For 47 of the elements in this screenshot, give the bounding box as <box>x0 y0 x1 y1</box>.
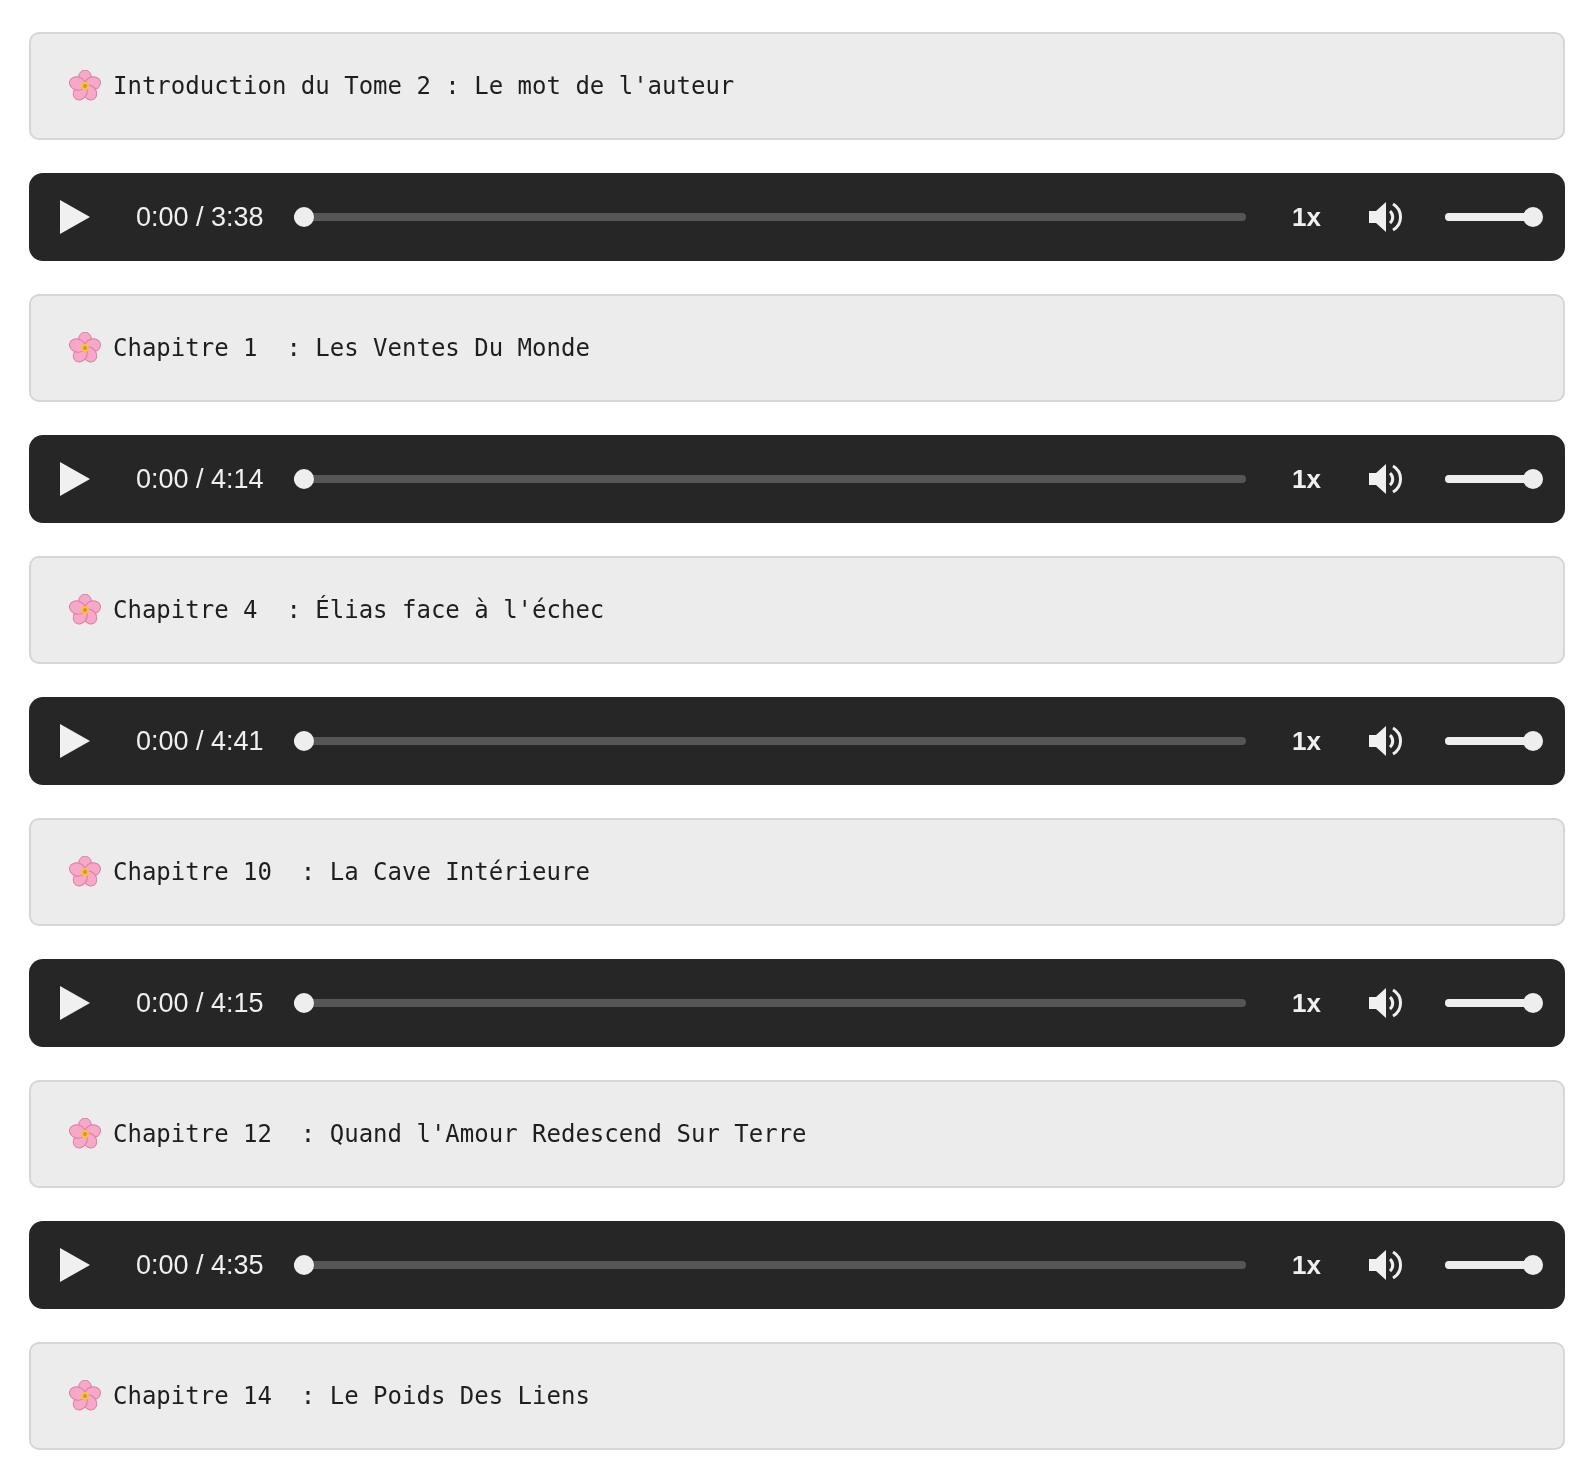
time-display: 0:00 / 4:41 <box>136 725 264 757</box>
volume-slider[interactable] <box>1445 993 1543 1013</box>
volume-slider[interactable] <box>1445 1255 1543 1275</box>
progress-thumb[interactable] <box>293 207 314 227</box>
volume-thumb[interactable] <box>1523 1255 1543 1275</box>
progress-slider[interactable] <box>293 731 1247 751</box>
flower-icon <box>69 594 101 626</box>
progress-slider[interactable] <box>293 1255 1247 1275</box>
speed-button[interactable]: 1x <box>1292 725 1321 757</box>
progress-slider[interactable] <box>293 993 1247 1013</box>
play-icon[interactable] <box>59 461 91 497</box>
flower-icon <box>69 856 101 888</box>
chapter-title: Chapitre 10 : La Cave Intérieure <box>113 858 590 886</box>
flower-icon <box>69 1380 101 1412</box>
chapter-title: Introduction du Tome 2 : Le mot de l'auteur <box>113 72 735 100</box>
progress-slider[interactable] <box>293 207 1247 227</box>
progress-slider[interactable] <box>293 469 1247 489</box>
progress-thumb[interactable] <box>293 993 314 1013</box>
flower-icon <box>69 1118 101 1150</box>
progress-thumb[interactable] <box>293 731 314 751</box>
time-display: 0:00 / 4:15 <box>136 987 264 1019</box>
chapter-title: Chapitre 1 : Les Ventes Du Monde <box>113 334 590 362</box>
speed-button[interactable]: 1x <box>1292 463 1321 495</box>
flower-icon <box>69 332 101 364</box>
flower-icon <box>69 70 101 102</box>
chapter-title: Chapitre 12 : Quand l'Amour Redescend Sur Terre <box>113 1120 807 1148</box>
progress-thumb[interactable] <box>293 469 314 489</box>
volume-thumb[interactable] <box>1523 469 1543 489</box>
chapter-title: Chapitre 4 : Élias face à l'échec <box>113 596 605 624</box>
play-icon[interactable] <box>59 1247 91 1283</box>
volume-slider[interactable] <box>1445 207 1543 227</box>
volume-thumb[interactable] <box>1523 993 1543 1013</box>
speed-button[interactable]: 1x <box>1292 987 1321 1019</box>
speed-button[interactable]: 1x <box>1292 201 1321 233</box>
volume-slider[interactable] <box>1445 469 1543 489</box>
play-icon[interactable] <box>59 985 91 1021</box>
chapter-title: Chapitre 14 : Le Poids Des Liens <box>113 1382 590 1410</box>
time-display: 0:00 / 4:35 <box>136 1249 264 1281</box>
play-icon[interactable] <box>59 199 91 235</box>
progress-thumb[interactable] <box>293 1255 314 1275</box>
volume-thumb[interactable] <box>1523 731 1543 751</box>
time-display: 0:00 / 3:38 <box>136 201 264 233</box>
volume-slider[interactable] <box>1445 731 1543 751</box>
speed-button[interactable]: 1x <box>1292 1249 1321 1281</box>
play-icon[interactable] <box>59 723 91 759</box>
time-display: 0:00 / 4:14 <box>136 463 264 495</box>
volume-thumb[interactable] <box>1523 207 1543 227</box>
